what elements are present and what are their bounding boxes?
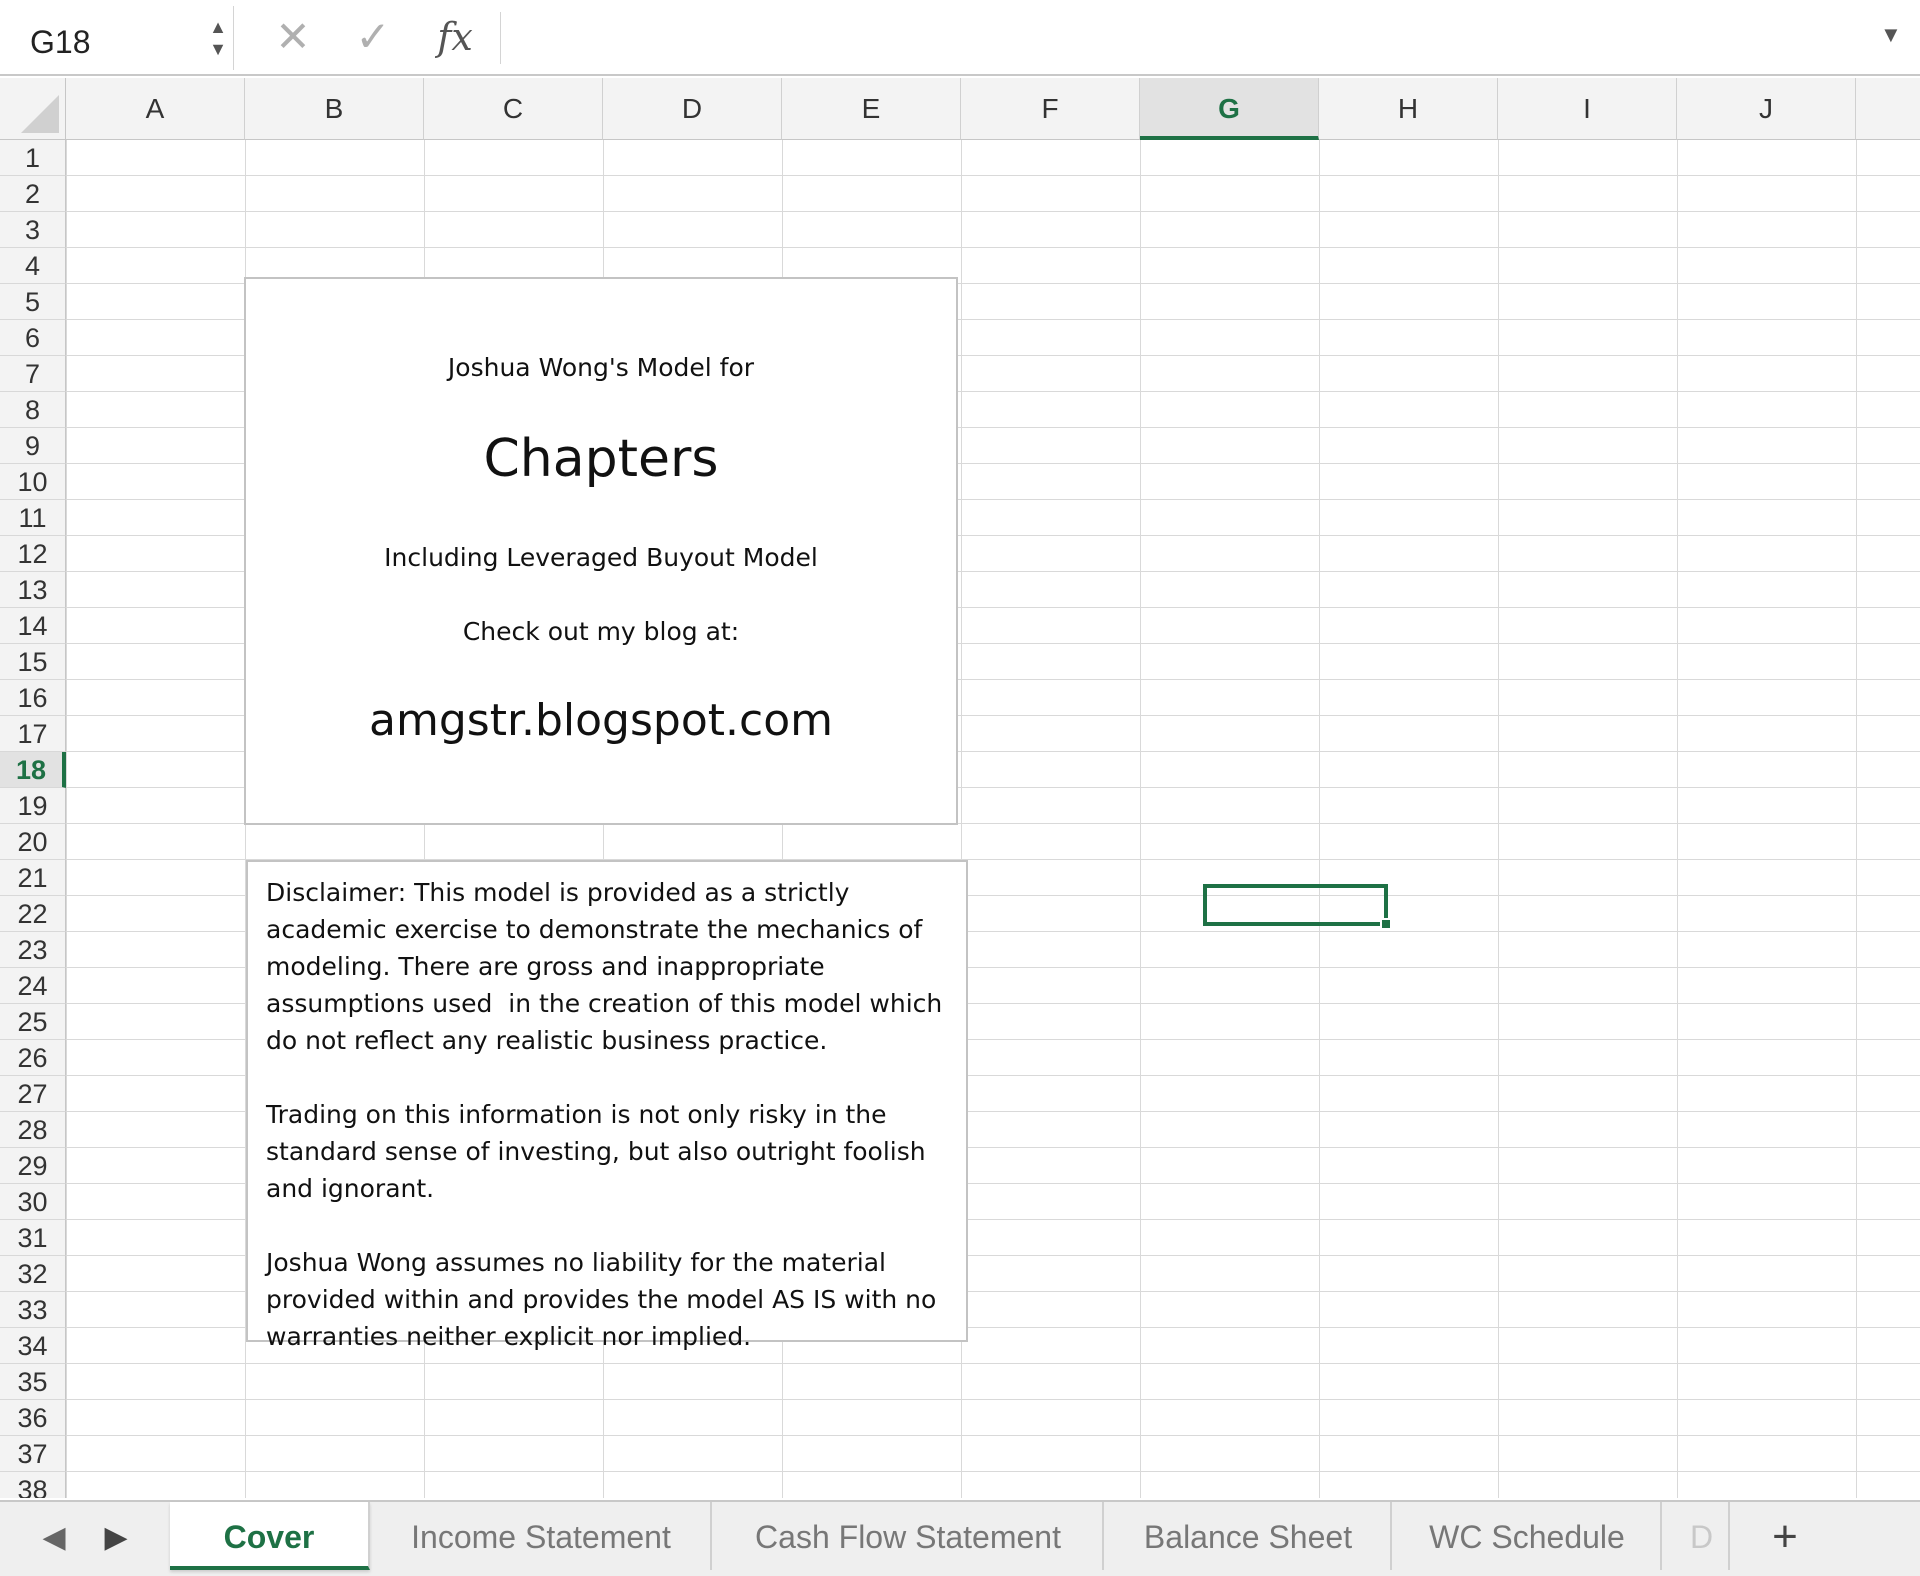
active-cell-g18[interactable]	[1203, 884, 1392, 930]
tab-wc-schedule[interactable]: WC Schedule	[1394, 1502, 1662, 1570]
column-header[interactable]: E	[782, 78, 961, 140]
tab-partial[interactable]: D	[1664, 1502, 1730, 1570]
select-all-triangle-icon	[21, 95, 59, 133]
row-header[interactable]: 16	[0, 680, 66, 716]
row-header[interactable]: 2	[0, 176, 66, 212]
row-header[interactable]: 28	[0, 1112, 66, 1148]
row-header[interactable]: 22	[0, 896, 66, 932]
row-header[interactable]: 9	[0, 428, 66, 464]
cover-blog-url: amgstr.blogspot.com	[369, 695, 833, 746]
select-all-button[interactable]	[0, 78, 66, 140]
row-header[interactable]: 25	[0, 1004, 66, 1040]
checkmark-icon[interactable]: ✓	[348, 12, 398, 62]
row-header[interactable]: 5	[0, 284, 66, 320]
cover-subtitle: Including Leveraged Buyout Model	[384, 543, 818, 572]
disclaimer-text-box[interactable]: Disclaimer: This model is provided as a …	[246, 860, 968, 1351]
row-header[interactable]: 3	[0, 212, 66, 248]
formula-input[interactable]	[510, 8, 1870, 68]
tab-cover[interactable]: Cover	[170, 1502, 370, 1570]
cover-intro: Joshua Wong's Model for	[447, 353, 755, 382]
name-box[interactable]: G18 ▲ ▼	[6, 6, 234, 70]
disclaimer-paragraph: Disclaimer: This model is provided as a …	[266, 878, 951, 1055]
cover-blog-prompt: Check out my blog at:	[462, 617, 740, 646]
row-header[interactable]: 24	[0, 968, 66, 1004]
row-header[interactable]: 17	[0, 716, 66, 752]
cover-title: Chapters	[483, 429, 719, 489]
disclaimer-paragraph: Trading on this information is not only …	[266, 1100, 934, 1203]
column-header[interactable]: H	[1319, 78, 1498, 140]
fill-handle[interactable]	[1380, 918, 1392, 930]
fx-icon[interactable]: fx	[430, 12, 480, 62]
up-down-stepper-icon[interactable]: ▲ ▼	[206, 16, 230, 66]
row-header[interactable]: 6	[0, 320, 66, 356]
chevron-down-icon[interactable]: ▼	[1880, 22, 1902, 48]
tab-balance-sheet[interactable]: Balance Sheet	[1106, 1502, 1392, 1570]
name-box-value: G18	[30, 24, 91, 60]
row-header[interactable]: 35	[0, 1364, 66, 1400]
row-header[interactable]: 33	[0, 1292, 66, 1328]
tab-cash-flow-statement[interactable]: Cash Flow Statement	[714, 1502, 1104, 1570]
row-header[interactable]: 23	[0, 932, 66, 968]
row-header[interactable]: 14	[0, 608, 66, 644]
row-header[interactable]: 30	[0, 1184, 66, 1220]
column-header[interactable]: G	[1140, 78, 1319, 140]
formula-bar: G18 ▲ ▼ ✕ ✓ fx ▼	[0, 0, 1920, 76]
disclaimer-paragraph: Joshua Wong assumes no liability for the…	[266, 1248, 945, 1351]
row-header[interactable]: 34	[0, 1328, 66, 1364]
row-header[interactable]: 31	[0, 1220, 66, 1256]
column-header[interactable]: B	[245, 78, 424, 140]
row-header[interactable]: 15	[0, 644, 66, 680]
row-header[interactable]: 32	[0, 1256, 66, 1292]
row-header[interactable]: 1	[0, 140, 66, 176]
column-header[interactable]: J	[1677, 78, 1856, 140]
row-header[interactable]: 19	[0, 788, 66, 824]
triangle-left-icon[interactable]: ◀	[34, 1518, 74, 1558]
triangle-right-icon[interactable]: ▶	[96, 1518, 136, 1558]
row-header[interactable]: 26	[0, 1040, 66, 1076]
row-header[interactable]: 29	[0, 1148, 66, 1184]
plus-icon[interactable]: +	[1758, 1510, 1812, 1564]
column-header[interactable]: F	[961, 78, 1140, 140]
column-header[interactable]: D	[603, 78, 782, 140]
worksheet-grid: ABCDEFGHIJ 1 2 3 4 5 6 7 8 9 10 11 12 13 14 15 16 17 18 19…	[0, 78, 1920, 1498]
sheet-tab-bar: ◀ ▶ Cover Income Statement Cash Flow Sta…	[0, 1500, 1920, 1576]
row-header[interactable]: 11	[0, 500, 66, 536]
row-header[interactable]: 21	[0, 860, 66, 896]
formula-bar-divider	[500, 12, 501, 64]
column-header[interactable]: I	[1498, 78, 1677, 140]
close-icon[interactable]: ✕	[268, 12, 318, 62]
column-header[interactable]: A	[66, 78, 245, 140]
row-header[interactable]: 7	[0, 356, 66, 392]
tab-income-statement[interactable]: Income Statement	[372, 1502, 712, 1570]
row-header[interactable]: 12	[0, 536, 66, 572]
cover-text-box[interactable]: Joshua Wong's Model for Chapters Includi…	[244, 277, 958, 825]
column-header-partial[interactable]	[1856, 78, 1920, 140]
row-header[interactable]: 37	[0, 1436, 66, 1472]
row-header[interactable]: 38	[0, 1472, 66, 1498]
row-header[interactable]: 20	[0, 824, 66, 860]
row-header[interactable]: 36	[0, 1400, 66, 1436]
column-header[interactable]: C	[424, 78, 603, 140]
row-header[interactable]: 10	[0, 464, 66, 500]
row-header[interactable]: 27	[0, 1076, 66, 1112]
row-header[interactable]: 18	[0, 752, 66, 788]
row-header[interactable]: 4	[0, 248, 66, 284]
row-header[interactable]: 8	[0, 392, 66, 428]
row-header[interactable]: 13	[0, 572, 66, 608]
